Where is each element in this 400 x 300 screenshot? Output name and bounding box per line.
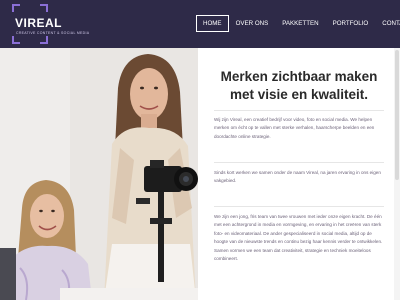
- scrollbar-thumb[interactable]: [395, 50, 399, 180]
- divider: [214, 110, 384, 111]
- logo-frame-corner: [40, 36, 48, 44]
- nav-contact[interactable]: CONTACT: [375, 15, 400, 32]
- logo-frame-corner: [12, 36, 20, 44]
- nav-portfolio[interactable]: PORTFOLIO: [326, 15, 376, 32]
- page-heading: Merken zichtbaar maken met visie en kwal…: [220, 69, 378, 102]
- logo-frame-corner: [40, 4, 48, 12]
- intro-paragraph-3: We zijn een jong, fris team van twee vro…: [214, 214, 383, 262]
- logo-wordmark: VIREAL: [15, 16, 63, 30]
- divider: [214, 162, 384, 163]
- site-header: VIREAL CREATIVE CONTENT & SOCIAL MEDIA H…: [0, 0, 400, 48]
- logo-frame-corner: [12, 4, 20, 12]
- intro-panel: Merken zichtbaar maken met visie en kwal…: [198, 48, 394, 300]
- logo-tagline: CREATIVE CONTENT & SOCIAL MEDIA: [16, 31, 90, 35]
- nav-over-ons[interactable]: OVER ONS: [229, 15, 276, 32]
- team-photo: [0, 48, 198, 300]
- page-scrollbar[interactable]: [394, 48, 400, 300]
- nav-home[interactable]: HOME: [196, 14, 229, 32]
- nav-pakketten[interactable]: PAKKETTEN: [275, 15, 325, 32]
- vireal-logo[interactable]: VIREAL CREATIVE CONTENT & SOCIAL MEDIA: [12, 4, 89, 44]
- main-nav: HOME OVER ONS PAKKETTEN PORTFOLIO CONTAC…: [196, 13, 400, 33]
- team-photo-illustration: [0, 48, 198, 300]
- intro-paragraph-2: Sinds kort werken we samen onder de naam…: [214, 170, 381, 184]
- intro-paragraph-1: Wij zijn Vireal, een creatief bedrijf vo…: [214, 117, 375, 139]
- divider: [214, 206, 384, 207]
